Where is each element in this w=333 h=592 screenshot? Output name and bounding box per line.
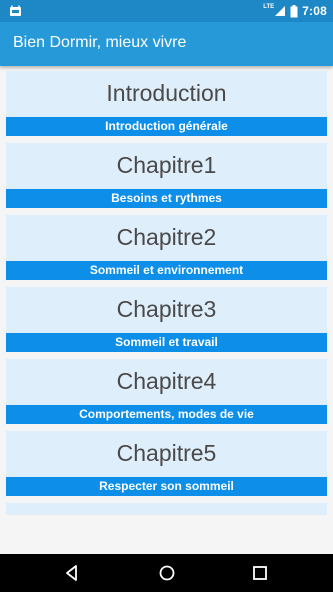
app-title: Bien Dormir, mieux vivre xyxy=(13,34,187,51)
navigation-bar xyxy=(0,554,333,592)
chapter-list[interactable]: Introduction Introduction générale Chapi… xyxy=(0,66,333,554)
chapter-card-partial[interactable] xyxy=(6,503,327,515)
chapter-subtitle: Sommeil et travail xyxy=(6,333,327,352)
status-bar: LTE 7:08 xyxy=(0,0,333,22)
signal-icon xyxy=(275,6,286,16)
chapter-card-1[interactable]: Chapitre1 Besoins et rythmes xyxy=(6,143,327,208)
home-icon[interactable] xyxy=(156,562,178,584)
chapter-title: Chapitre5 xyxy=(116,440,217,466)
chapter-card-5[interactable]: Chapitre5 Respecter son sommeil xyxy=(6,431,327,496)
notification-icon xyxy=(10,5,21,16)
chapter-title: Chapitre2 xyxy=(116,224,217,250)
battery-icon xyxy=(290,4,298,17)
chapter-card-2[interactable]: Chapitre2 Sommeil et environnement xyxy=(6,215,327,280)
chapter-title: Chapitre4 xyxy=(116,368,217,394)
network-type-label: LTE xyxy=(263,4,275,10)
chapter-subtitle: Introduction générale xyxy=(6,117,327,136)
chapter-subtitle: Respecter son sommeil xyxy=(6,477,327,496)
chapter-card-3[interactable]: Chapitre3 Sommeil et travail xyxy=(6,287,327,352)
chapter-subtitle: Comportements, modes de vie xyxy=(6,405,327,424)
chapter-title: Chapitre1 xyxy=(116,152,217,178)
app-bar: Bien Dormir, mieux vivre xyxy=(0,22,333,66)
chapter-title: Introduction xyxy=(106,80,227,106)
recents-icon[interactable] xyxy=(249,562,271,584)
clock: 7:08 xyxy=(302,4,327,18)
chapter-subtitle: Besoins et rythmes xyxy=(6,189,327,208)
chapter-card-4[interactable]: Chapitre4 Comportements, modes de vie xyxy=(6,359,327,424)
chapter-title: Chapitre3 xyxy=(116,296,217,322)
back-icon[interactable] xyxy=(61,562,83,584)
chapter-subtitle: Sommeil et environnement xyxy=(6,261,327,280)
chapter-card-introduction[interactable]: Introduction Introduction générale xyxy=(6,71,327,136)
